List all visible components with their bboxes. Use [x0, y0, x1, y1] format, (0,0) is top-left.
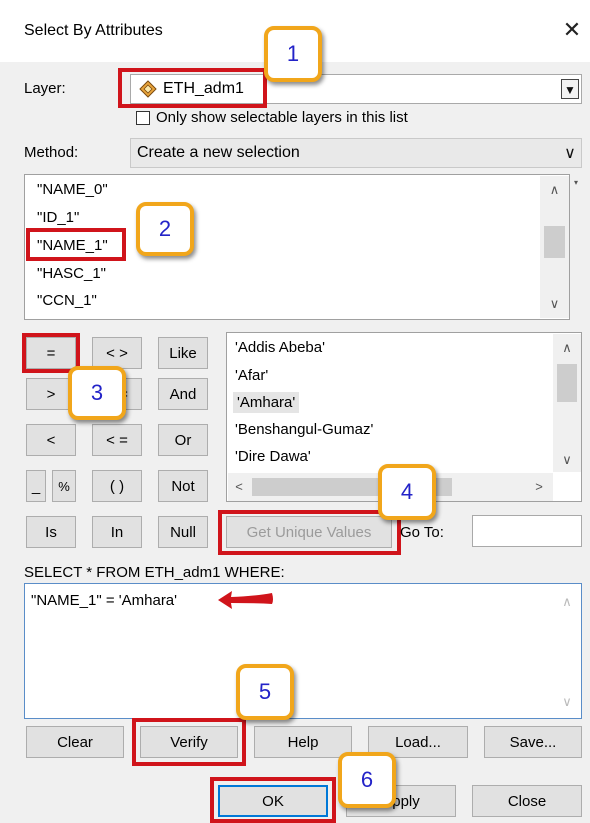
parentheses-button[interactable]: ( )	[92, 470, 142, 502]
fields-scrollbar[interactable]: ∧ ∨	[540, 176, 569, 318]
highlight-get-unique	[218, 510, 401, 555]
step-badge-5: 5	[236, 664, 294, 720]
value-item[interactable]: 'Addis Abeba'	[235, 339, 325, 356]
method-dropdown[interactable]: Create a new selection ∨	[130, 138, 582, 168]
highlight-ok	[210, 777, 336, 823]
red-arrow-icon	[218, 591, 273, 609]
step-badge-3: 3	[68, 366, 126, 420]
field-item[interactable]: "CCN_1"	[37, 292, 97, 309]
save-button[interactable]: Save...	[484, 726, 582, 758]
field-item[interactable]: "HASC_1"	[37, 265, 106, 282]
scroll-up-icon[interactable]: ∧	[540, 182, 569, 198]
not-equals-button[interactable]: < >	[92, 337, 142, 369]
highlight-field	[26, 228, 126, 261]
layer-dropdown-arrow-icon[interactable]: ▼	[561, 79, 579, 99]
highlight-layer	[118, 68, 267, 108]
field-item[interactable]: "NAME_0"	[37, 181, 108, 198]
not-button[interactable]: Not	[158, 470, 208, 502]
underscore-button[interactable]: _	[26, 470, 46, 502]
scroll-right-icon[interactable]: >	[532, 479, 546, 494]
step-badge-6: 6	[338, 752, 396, 808]
only-selectable-checkbox[interactable]	[136, 111, 150, 125]
like-button[interactable]: Like	[158, 337, 208, 369]
dialog-title: Select By Attributes	[24, 22, 163, 39]
scroll-up-icon[interactable]: ∧	[555, 594, 579, 610]
step-badge-4: 4	[378, 464, 436, 520]
scroll-up-icon[interactable]: ∧	[553, 340, 581, 356]
step-badge-1: 1	[264, 26, 322, 82]
less-equal-button[interactable]: < =	[92, 424, 142, 456]
values-scroll-thumb[interactable]	[557, 364, 577, 402]
percent-button[interactable]: %	[52, 470, 76, 502]
is-button[interactable]: Is	[26, 516, 76, 548]
highlight-verify	[132, 718, 246, 766]
values-vertical-scrollbar[interactable]: ∧ ∨	[553, 334, 581, 472]
and-button[interactable]: And	[158, 378, 208, 410]
in-button[interactable]: In	[92, 516, 142, 548]
clear-button[interactable]: Clear	[26, 726, 124, 758]
field-item[interactable]: "ID_1"	[37, 209, 79, 226]
value-item-selected[interactable]: 'Amhara'	[233, 392, 300, 413]
value-item[interactable]: 'Dire Dawa'	[235, 448, 311, 465]
null-button[interactable]: Null	[158, 516, 208, 548]
method-chevron-down-icon[interactable]: ∨	[561, 143, 579, 163]
goto-input[interactable]	[472, 515, 582, 547]
less-button[interactable]: <	[26, 424, 76, 456]
step-badge-2: 2	[136, 202, 194, 256]
goto-label: Go To:	[400, 524, 444, 541]
value-item[interactable]: 'Afar'	[235, 367, 268, 384]
scroll-down-icon[interactable]: ∨	[553, 452, 581, 468]
or-button[interactable]: Or	[158, 424, 208, 456]
value-item[interactable]: 'Benshangul-Gumaz'	[235, 421, 373, 438]
scroll-left-icon[interactable]: <	[232, 479, 246, 494]
only-selectable-label: Only show selectable layers in this list	[156, 109, 408, 126]
method-label: Method:	[24, 144, 79, 161]
help-button[interactable]: Help	[254, 726, 352, 758]
close-button[interactable]: Close	[472, 785, 582, 817]
query-expression-box[interactable]: "NAME_1" = 'Amhara' ∧ ∨	[24, 583, 582, 719]
method-value: Create a new selection	[137, 144, 300, 161]
fields-scroll-thumb[interactable]	[544, 226, 565, 258]
query-prefix-label: SELECT * FROM ETH_adm1 WHERE:	[24, 564, 285, 581]
scroll-down-icon[interactable]: ∨	[555, 694, 579, 710]
scroll-down-icon[interactable]: ∨	[540, 296, 569, 312]
layer-label: Layer:	[24, 80, 66, 97]
collapse-marker-icon: ▾	[574, 178, 579, 187]
select-by-attributes-dialog: Select By Attributes ✕ Layer: ETH_adm1 ▼…	[0, 0, 590, 823]
close-icon[interactable]: ✕	[558, 14, 586, 46]
query-expression: "NAME_1" = 'Amhara'	[31, 592, 178, 609]
